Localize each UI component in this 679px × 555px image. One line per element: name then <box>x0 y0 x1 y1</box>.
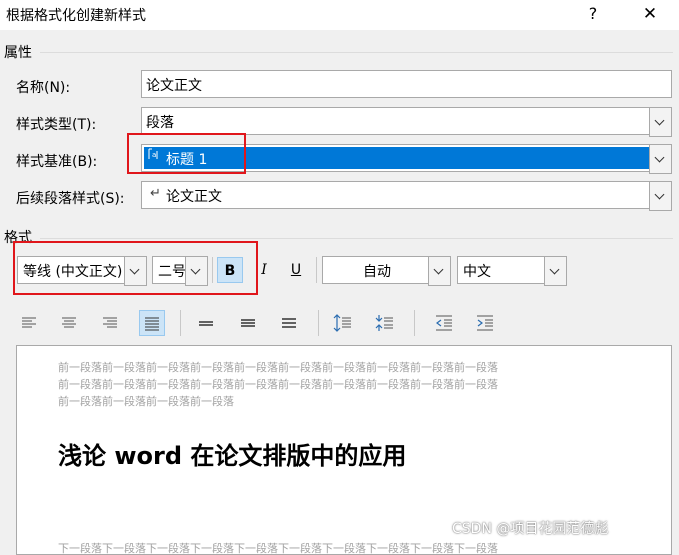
font-color-dropdown-button[interactable] <box>428 256 451 286</box>
underline-button[interactable]: U <box>283 257 309 283</box>
toolbar-separator <box>414 310 415 336</box>
help-button[interactable]: ? <box>578 2 608 26</box>
based-on-label: 样式基准(B): <box>16 154 98 170</box>
align-center-icon[interactable] <box>57 311 81 335</box>
increase-indent-icon[interactable] <box>473 311 497 335</box>
language-dropdown-button[interactable] <box>544 256 567 286</box>
close-button[interactable]: ✕ <box>630 2 670 26</box>
style-type-value: 段落 <box>146 115 174 131</box>
name-input[interactable]: 论文正文 <box>141 70 672 98</box>
based-on-highlight-box <box>127 133 246 174</box>
paragraph-mark-icon: ↵ <box>150 186 161 201</box>
following-style-value: 论文正文 <box>166 189 222 205</box>
align-left-icon[interactable] <box>17 311 41 335</box>
style-type-label: 样式类型(T): <box>16 117 97 133</box>
properties-section-label: 属性 <box>4 45 32 61</box>
increase-paragraph-spacing-icon[interactable] <box>331 311 355 335</box>
name-value: 论文正文 <box>146 78 202 94</box>
language-select[interactable]: 中文 <box>457 256 567 286</box>
language-value: 中文 <box>463 264 491 280</box>
style-type-select[interactable]: 段落 <box>141 107 672 137</box>
justify-icon[interactable] <box>139 310 165 336</box>
decrease-indent-icon[interactable] <box>432 311 456 335</box>
font-color-value: 自动 <box>363 264 391 280</box>
dialog-title: 根据格式化创建新样式 <box>6 8 146 24</box>
toolbar-separator <box>318 310 319 336</box>
line-spacing-one-half-icon[interactable] <box>236 311 260 335</box>
font-color-select[interactable]: 自动 <box>322 256 451 286</box>
style-type-dropdown-button[interactable] <box>649 107 672 137</box>
previous-paragraph-line: 前一段落前一段落前一段落前一段落 <box>58 395 234 408</box>
previous-paragraph-line: 前一段落前一段落前一段落前一段落前一段落前一段落前一段落前一段落前一段落前一段落 <box>58 361 498 374</box>
font-highlight-box <box>13 241 258 295</box>
decrease-paragraph-spacing-icon[interactable] <box>373 311 397 335</box>
following-style-select[interactable]: ↵ 论文正文 <box>141 181 672 211</box>
watermark: CSDN @项目花园范德彪 <box>452 521 609 537</box>
line-spacing-single-icon[interactable] <box>194 311 218 335</box>
toolbar-separator <box>180 310 181 336</box>
toolbar-separator <box>316 257 317 283</box>
following-style-dropdown-button[interactable] <box>649 181 672 211</box>
line-spacing-double-icon[interactable] <box>277 311 301 335</box>
following-style-label: 后续段落样式(S): <box>16 191 125 207</box>
previous-paragraph-line: 前一段落前一段落前一段落前一段落前一段落前一段落前一段落前一段落前一段落前一段落 <box>58 378 498 391</box>
based-on-dropdown-button[interactable] <box>649 144 672 174</box>
name-label: 名称(N): <box>16 80 71 96</box>
properties-divider <box>40 52 673 53</box>
format-divider <box>40 238 673 239</box>
preview-heading-sample: 浅论 word 在论文排版中的应用 <box>58 442 407 470</box>
align-right-icon[interactable] <box>98 311 122 335</box>
